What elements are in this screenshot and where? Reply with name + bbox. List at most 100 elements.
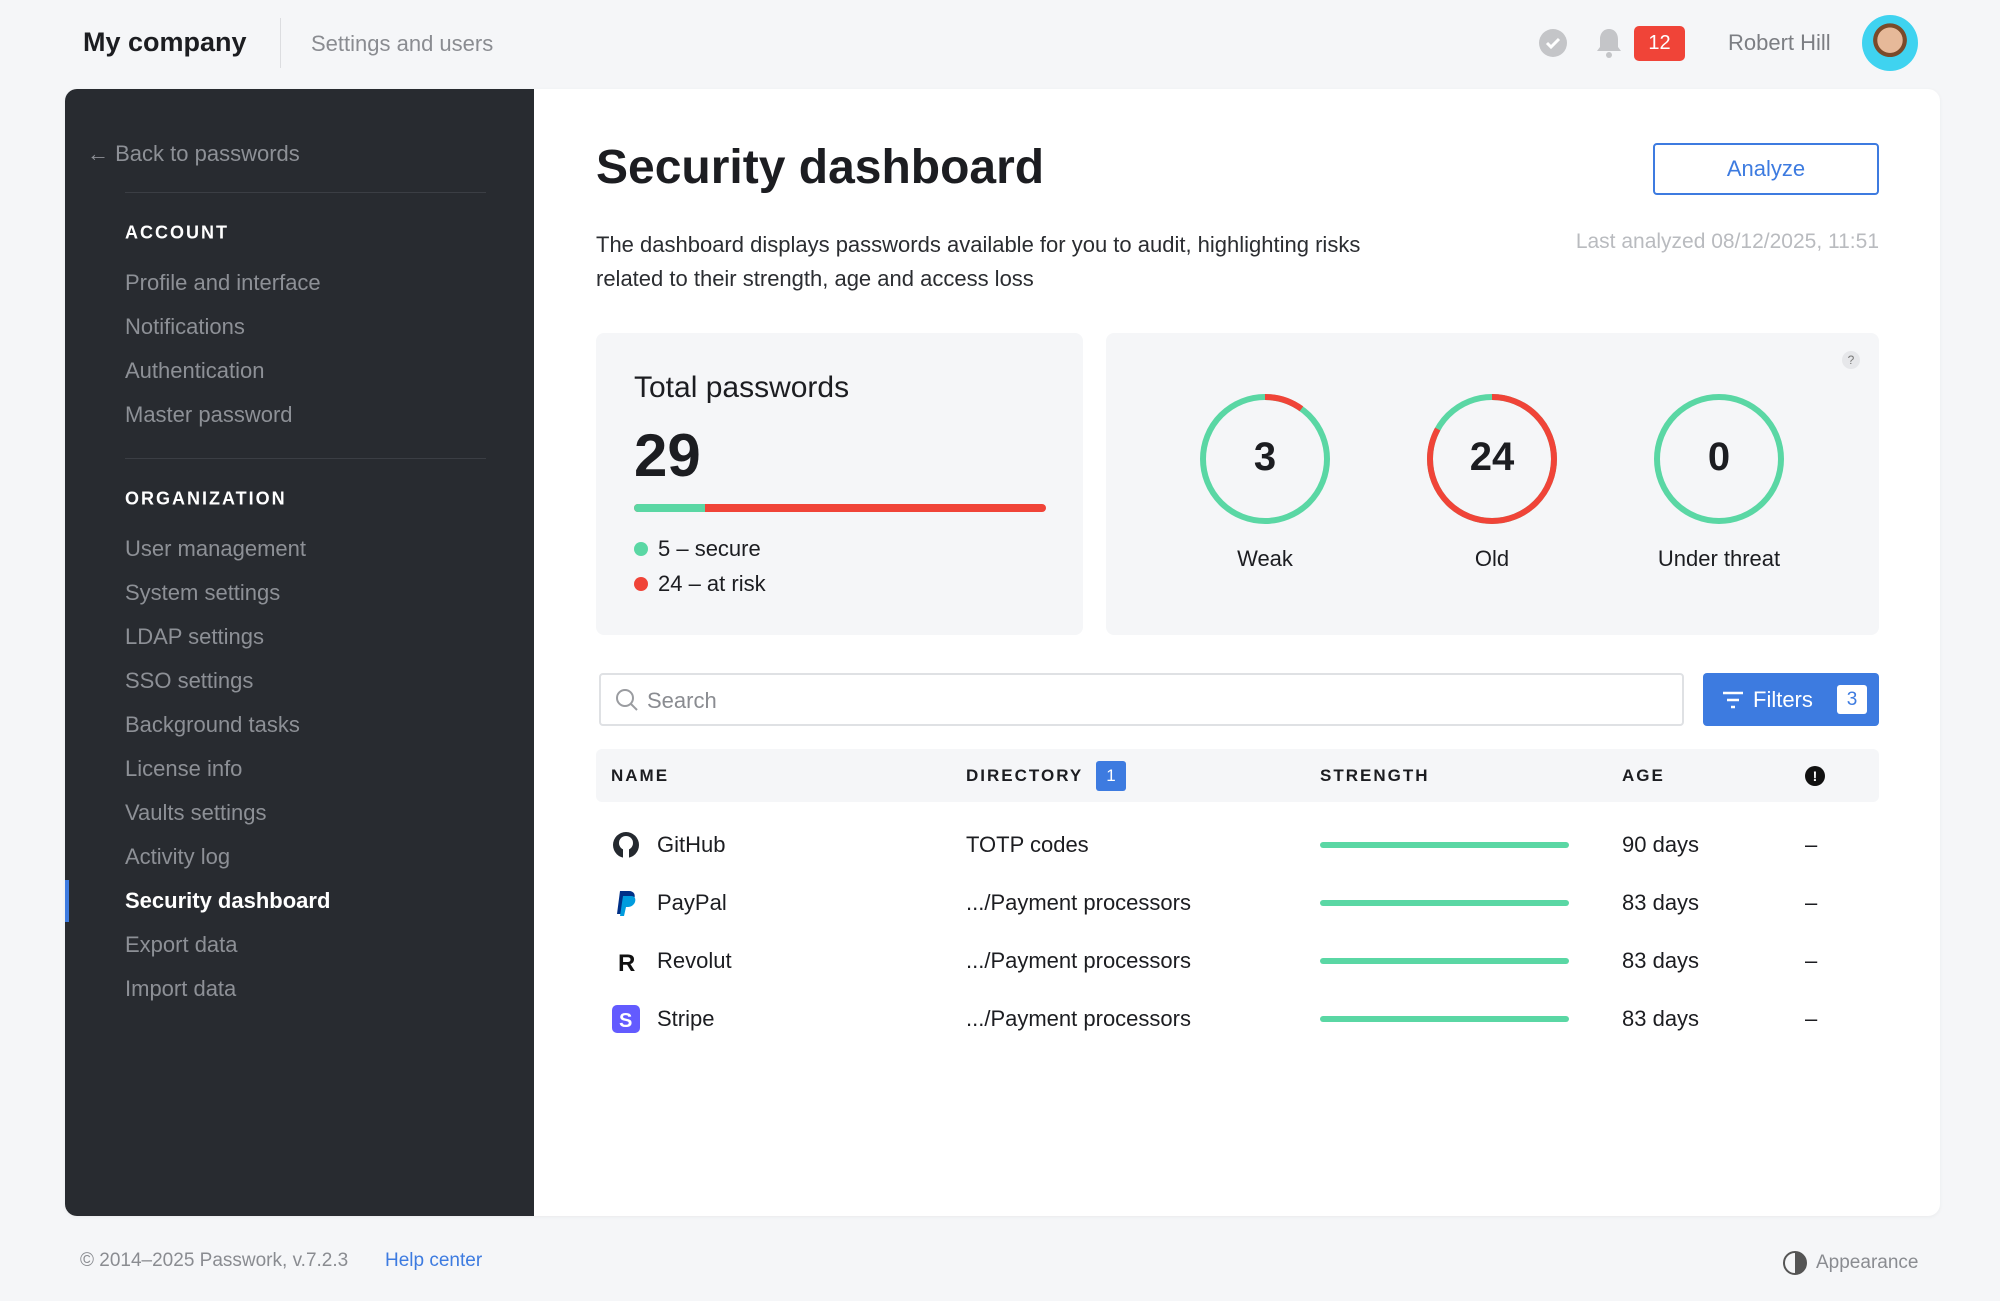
- revolut-logo-icon: R: [611, 946, 641, 976]
- check-status-icon[interactable]: [1539, 29, 1567, 57]
- paypal-logo-icon: [611, 888, 641, 918]
- strength-bar: [1320, 900, 1569, 906]
- github-logo-icon: [611, 830, 641, 860]
- metric-value: 0: [1659, 435, 1779, 480]
- row-age: 90 days: [1622, 832, 1699, 858]
- sidebar-item[interactable]: Notifications: [125, 314, 245, 340]
- appearance-label: Appearance: [1816, 1252, 1918, 1273]
- green-dot-icon: [634, 542, 648, 556]
- help-icon[interactable]: ?: [1842, 351, 1860, 369]
- divider: [125, 192, 486, 193]
- col-name[interactable]: NAME: [611, 766, 669, 786]
- row-threat: –: [1805, 890, 1817, 916]
- risk-metrics-card: ? 3 Weak 24 Old 0 Under threat: [1106, 333, 1879, 635]
- last-analyzed: Last analyzed 08/12/2025, 11:51: [1576, 230, 1879, 254]
- table-row[interactable]: S Stripe .../Payment processors 83 days …: [596, 994, 1879, 1044]
- sidebar-item[interactable]: Import data: [125, 976, 236, 1002]
- sidebar-item[interactable]: Vaults settings: [125, 800, 266, 826]
- back-to-passwords-link[interactable]: ← Back to passwords: [87, 141, 300, 167]
- search-icon: [615, 688, 639, 712]
- section-title: Settings and users: [311, 31, 493, 57]
- svg-text:S: S: [619, 1010, 632, 1032]
- sidebar-item[interactable]: Export data: [125, 932, 238, 958]
- sidebar-item[interactable]: Background tasks: [125, 712, 300, 738]
- row-threat: –: [1805, 832, 1817, 858]
- company-name[interactable]: My company: [83, 27, 247, 58]
- secure-text: 5 – secure: [658, 536, 761, 561]
- row-name: Revolut: [657, 948, 732, 974]
- filters-label: Filters: [1753, 687, 1813, 713]
- red-dot-icon: [634, 577, 648, 591]
- metric-label: Old: [1392, 546, 1592, 572]
- filters-count-badge: 3: [1837, 685, 1867, 714]
- col-strength[interactable]: STRENGTH: [1320, 766, 1430, 786]
- analyze-button[interactable]: Analyze: [1653, 143, 1879, 195]
- divider: [125, 458, 486, 459]
- col-age[interactable]: AGE: [1622, 766, 1665, 786]
- help-center-link[interactable]: Help center: [385, 1250, 482, 1272]
- risk-bar: [634, 504, 1046, 512]
- row-threat: –: [1805, 1006, 1817, 1032]
- user-name[interactable]: Robert Hill: [1728, 30, 1831, 56]
- sidebar-item[interactable]: Security dashboard: [125, 888, 330, 914]
- description: The dashboard displays passwords availab…: [596, 228, 1396, 296]
- metric-value: 3: [1205, 435, 1325, 480]
- sidebar: ← Back to passwords ACCOUNT Profile and …: [65, 89, 534, 1216]
- total-count: 29: [634, 421, 701, 490]
- secure-fill: [634, 504, 705, 512]
- metric-value: 24: [1432, 435, 1552, 480]
- row-name: Stripe: [657, 1006, 714, 1032]
- organization-heading: ORGANIZATION: [125, 489, 287, 510]
- directory-badge: 1: [1096, 761, 1126, 791]
- svg-text:R: R: [618, 950, 635, 976]
- account-heading: ACCOUNT: [125, 223, 229, 244]
- metric-label: Under threat: [1619, 546, 1819, 572]
- sidebar-item[interactable]: Profile and interface: [125, 270, 321, 296]
- total-label: Total passwords: [634, 371, 849, 405]
- table-row[interactable]: R Revolut .../Payment processors 83 days…: [596, 936, 1879, 986]
- page-title: Security dashboard: [596, 140, 1044, 195]
- sidebar-item[interactable]: Master password: [125, 402, 293, 428]
- row-directory: .../Payment processors: [966, 1006, 1191, 1032]
- notification-count-badge[interactable]: 12: [1634, 26, 1685, 61]
- secure-legend: 5 – secure: [634, 536, 761, 562]
- sidebar-item[interactable]: Authentication: [125, 358, 264, 384]
- sidebar-item[interactable]: LDAP settings: [125, 624, 264, 650]
- table-row[interactable]: PayPal .../Payment processors 83 days –: [596, 878, 1879, 928]
- row-name: PayPal: [657, 890, 727, 916]
- sidebar-item[interactable]: System settings: [125, 580, 280, 606]
- search-input[interactable]: Search: [599, 673, 1684, 726]
- sidebar-item[interactable]: User management: [125, 536, 306, 562]
- row-directory: .../Payment processors: [966, 890, 1191, 916]
- col-directory[interactable]: DIRECTORY: [966, 766, 1083, 786]
- threat-icon: !: [1805, 766, 1825, 786]
- sidebar-item[interactable]: License info: [125, 756, 242, 782]
- strength-bar: [1320, 958, 1569, 964]
- row-threat: –: [1805, 948, 1817, 974]
- strength-bar: [1320, 1016, 1569, 1022]
- back-label: Back to passwords: [115, 141, 300, 166]
- row-age: 83 days: [1622, 1006, 1699, 1032]
- table-header: NAME DIRECTORY 1 STRENGTH AGE !: [596, 749, 1879, 802]
- bell-icon[interactable]: [1596, 27, 1622, 59]
- contrast-icon: [1782, 1250, 1808, 1276]
- row-directory: .../Payment processors: [966, 948, 1191, 974]
- header-divider: [280, 18, 281, 68]
- row-name: GitHub: [657, 832, 725, 858]
- copyright: © 2014–2025 Passwork, v.7.2.3: [80, 1250, 348, 1272]
- total-passwords-card: Total passwords 29 5 – secure 24 – at ri…: [596, 333, 1083, 635]
- row-age: 83 days: [1622, 948, 1699, 974]
- avatar[interactable]: [1862, 15, 1918, 71]
- metric-label: Weak: [1165, 546, 1365, 572]
- search-placeholder: Search: [647, 688, 717, 714]
- risk-text: 24 – at risk: [658, 571, 766, 596]
- active-indicator: [65, 880, 69, 922]
- row-age: 83 days: [1622, 890, 1699, 916]
- risk-legend: 24 – at risk: [634, 571, 766, 597]
- table-row[interactable]: GitHub TOTP codes 90 days –: [596, 820, 1879, 870]
- appearance-button[interactable]: Appearance: [1782, 1250, 1918, 1276]
- sidebar-item[interactable]: SSO settings: [125, 668, 253, 694]
- filters-button[interactable]: Filters 3: [1703, 673, 1879, 726]
- sidebar-item[interactable]: Activity log: [125, 844, 230, 870]
- stripe-logo-icon: S: [611, 1004, 641, 1034]
